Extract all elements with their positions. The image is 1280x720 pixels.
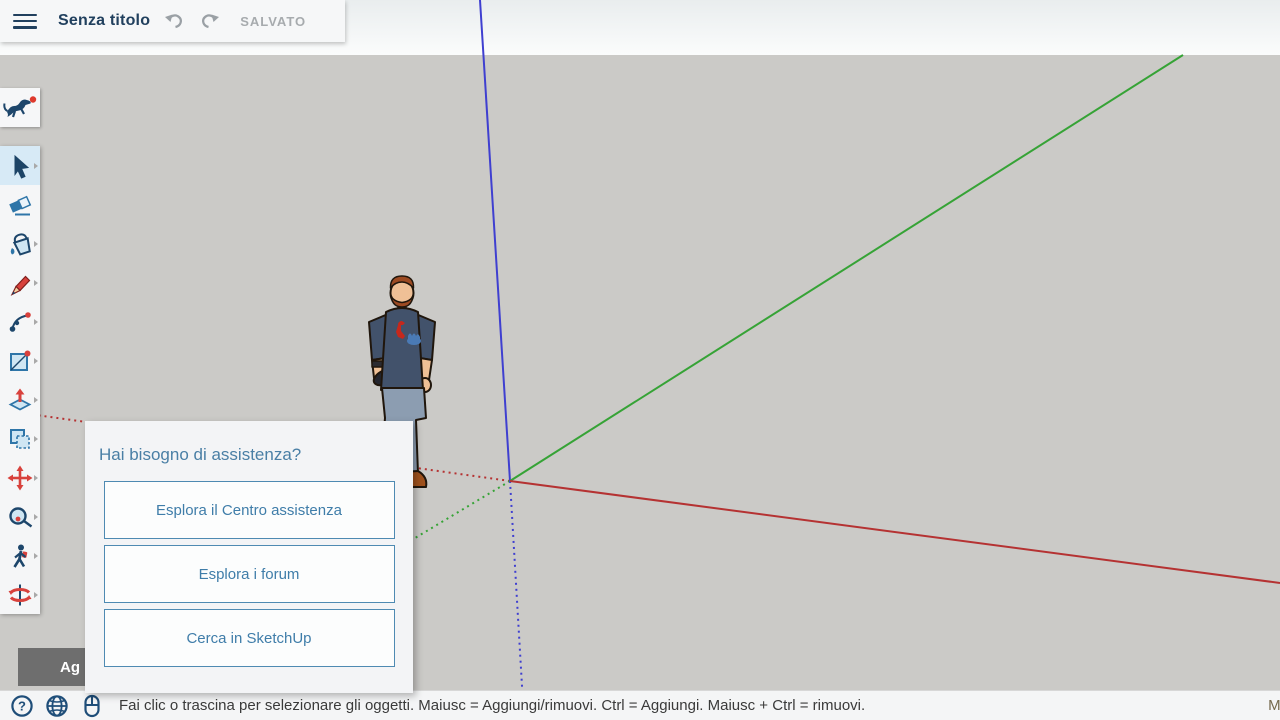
tool-tape-measure[interactable] bbox=[0, 497, 40, 536]
offset-icon bbox=[7, 426, 33, 452]
undo-button[interactable] bbox=[162, 9, 186, 33]
flyout-arrow-icon bbox=[34, 163, 38, 169]
globe-icon bbox=[44, 694, 70, 718]
search-sketchup-button[interactable]: Cerca in SketchUp bbox=[104, 609, 395, 667]
tool-walk[interactable] bbox=[0, 536, 40, 575]
tool-select[interactable] bbox=[0, 146, 40, 185]
tool-pencil-line[interactable] bbox=[0, 263, 40, 302]
flyout-arrow-icon bbox=[34, 358, 38, 364]
walk-icon bbox=[7, 543, 33, 569]
paint-bucket-icon bbox=[7, 231, 33, 257]
save-status-label: SALVATO bbox=[240, 14, 306, 29]
flyout-arrow-icon bbox=[34, 397, 38, 403]
tool-move[interactable] bbox=[0, 458, 40, 497]
question-circle-icon: ? bbox=[10, 694, 34, 718]
tool-offset[interactable] bbox=[0, 419, 40, 458]
orbit-icon bbox=[7, 582, 33, 608]
undo-arrow-icon bbox=[163, 10, 185, 32]
status-hint-text: Fai clic o trascina per selezionare gli … bbox=[119, 697, 865, 714]
mouse-hints-button[interactable] bbox=[79, 694, 105, 718]
explore-help-center-button[interactable]: Esplora il Centro assistenza bbox=[104, 481, 395, 539]
pencil-icon bbox=[7, 270, 33, 296]
move-icon bbox=[7, 465, 33, 491]
assistance-panel-title: Hai bisogno di assistenza? bbox=[99, 445, 399, 465]
help-button[interactable]: ? bbox=[9, 694, 35, 718]
mouse-icon bbox=[81, 694, 103, 718]
status-bar: ? Fai clic o trascina per selezionare gl… bbox=[0, 690, 1280, 720]
flyout-arrow-icon bbox=[34, 280, 38, 286]
flyout-arrow-icon bbox=[34, 475, 38, 481]
select-cursor-icon bbox=[7, 153, 33, 179]
redo-arrow-icon bbox=[199, 10, 221, 32]
sketchup-dog-icon bbox=[3, 94, 37, 122]
document-title[interactable]: Senza titolo bbox=[58, 12, 150, 30]
flyout-arrow-icon bbox=[34, 592, 38, 598]
flyout-arrow-icon bbox=[34, 553, 38, 559]
assistance-panel: Hai bisogno di assistenza? Esplora il Ce… bbox=[85, 421, 413, 693]
svg-text:?: ? bbox=[18, 698, 26, 713]
tape-measure-icon bbox=[7, 504, 33, 530]
menu-icon[interactable] bbox=[13, 14, 37, 29]
redo-button[interactable] bbox=[198, 9, 222, 33]
rectangle-icon bbox=[7, 348, 33, 374]
tool-palette bbox=[0, 146, 40, 614]
tool-rectangle[interactable] bbox=[0, 341, 40, 380]
tool-paint-bucket[interactable] bbox=[0, 224, 40, 263]
language-button[interactable] bbox=[44, 694, 70, 718]
tool-eraser[interactable] bbox=[0, 185, 40, 224]
flyout-arrow-icon bbox=[34, 514, 38, 520]
tool-orbit[interactable] bbox=[0, 575, 40, 614]
title-bar: Senza titolo SALVATO bbox=[0, 0, 345, 42]
flyout-arrow-icon bbox=[34, 319, 38, 325]
flyout-arrow-icon bbox=[34, 241, 38, 247]
push-pull-icon bbox=[7, 387, 33, 413]
flyout-arrow-icon bbox=[34, 436, 38, 442]
explore-forums-button[interactable]: Esplora i forum bbox=[104, 545, 395, 603]
tool-two-point-arc[interactable] bbox=[0, 302, 40, 341]
eraser-icon bbox=[7, 192, 33, 218]
tool-push-pull[interactable] bbox=[0, 380, 40, 419]
sketchup-web-app: Senza titolo SALVATO bbox=[0, 0, 1280, 720]
search-sketchup-launcher[interactable] bbox=[0, 88, 40, 127]
arc-icon bbox=[7, 309, 33, 335]
measurements-label: Mi bbox=[1268, 697, 1280, 714]
